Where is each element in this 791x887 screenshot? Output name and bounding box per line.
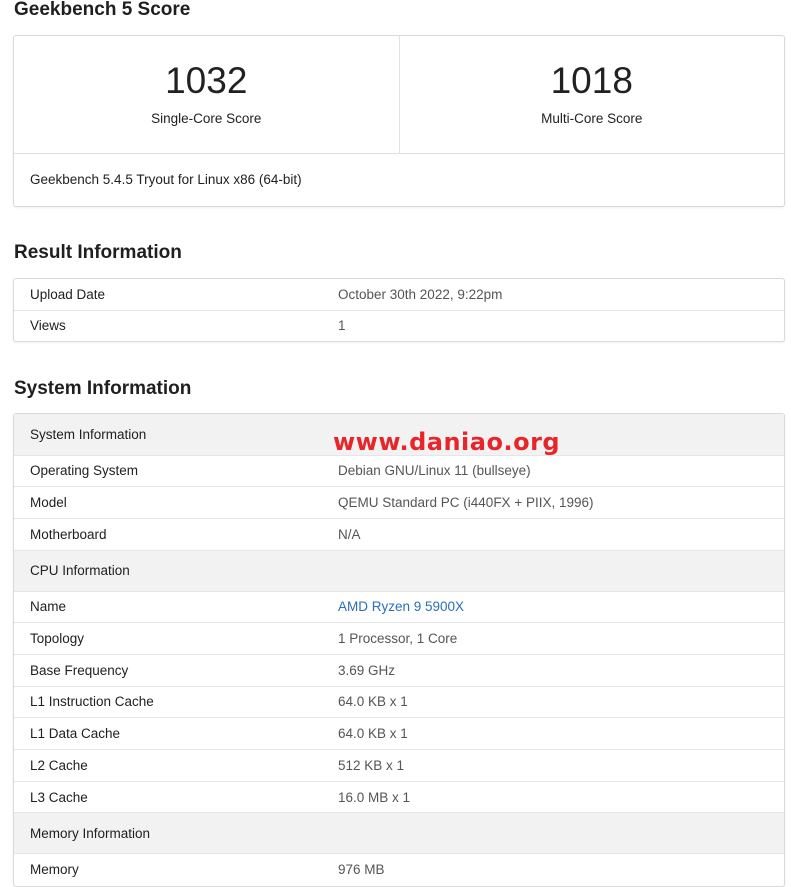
- table-row: Topology 1 Processor, 1 Core: [14, 622, 784, 655]
- table-row: Upload Date October 30th 2022, 9:22pm: [14, 279, 784, 310]
- system-table: System Information Operating System Debi…: [14, 414, 784, 886]
- row-name: L1 Instruction Cache: [14, 685, 322, 718]
- row-name: Upload Date: [30, 286, 106, 302]
- row-value: 1: [322, 309, 784, 341]
- row-value: N/A: [322, 517, 784, 551]
- row-value: AMD Ryzen 9 5900X: [322, 590, 784, 623]
- row-name: L3 Cache: [14, 780, 322, 813]
- table-row: L3 Cache 16.0 MB x 1: [14, 780, 784, 813]
- section-header-cpu: CPU Information: [14, 549, 784, 592]
- row-name: L2 Cache: [14, 749, 322, 782]
- cpu-name-link[interactable]: AMD Ryzen 9 5900X: [338, 599, 464, 614]
- row-name: Topology: [14, 622, 322, 655]
- system-card: System Information Operating System Debi…: [13, 413, 785, 887]
- score-heading: Geekbench 5 Score: [14, 0, 191, 20]
- multi-core-score: 1018: [550, 60, 633, 101]
- table-row: Model QEMU Standard PC (i440FX + PIIX, 1…: [14, 486, 784, 519]
- section-header-label: CPU Information: [14, 549, 784, 592]
- row-value: 64.0 KB x 1: [322, 685, 784, 718]
- table-row: L2 Cache 512 KB x 1: [14, 749, 784, 782]
- row-name: Views: [14, 309, 322, 341]
- table-row: L1 Data Cache 64.0 KB x 1: [14, 717, 784, 750]
- row-name: Motherboard: [14, 517, 322, 551]
- multi-core-cell: 1018 Multi-Core Score: [398, 36, 785, 153]
- row-name: Name: [14, 590, 322, 623]
- table-row: Views 1: [14, 309, 784, 341]
- single-core-cell: 1032 Single-Core Score: [14, 36, 399, 153]
- benchmark-version: Geekbench 5.4.5 Tryout for Linux x86 (64…: [30, 172, 302, 187]
- row-value: 1 Processor, 1 Core: [322, 622, 784, 655]
- row-name: Memory: [14, 853, 322, 886]
- score-card: 1032 Single-Core Score 1018 Multi-Core S…: [13, 35, 785, 207]
- row-name: L1 Data Cache: [14, 717, 322, 750]
- result-card: Upload Date October 30th 2022, 9:22pm Vi…: [13, 278, 785, 342]
- row-name: Model: [14, 486, 322, 519]
- table-row: Name AMD Ryzen 9 5900X: [14, 590, 784, 623]
- score-row: 1032 Single-Core Score 1018 Multi-Core S…: [14, 36, 784, 154]
- multi-core-label: Multi-Core Score: [541, 111, 643, 126]
- table-row: Motherboard N/A: [14, 517, 784, 551]
- row-value: Debian GNU/Linux 11 (bullseye): [322, 454, 784, 487]
- watermark-text: www.daniao.org: [333, 428, 561, 456]
- system-heading: System Information: [14, 378, 192, 399]
- row-name: Base Frequency: [14, 653, 322, 687]
- row-value: 16.0 MB x 1: [322, 780, 784, 813]
- single-core-label: Single-Core Score: [151, 111, 262, 126]
- row-value: QEMU Standard PC (i440FX + PIIX, 1996): [322, 486, 784, 519]
- table-row: L1 Instruction Cache 64.0 KB x 1: [14, 685, 784, 718]
- row-value: October 30th 2022, 9:22pm: [338, 286, 503, 302]
- section-header-label: Memory Information: [14, 812, 784, 854]
- table-row: Memory 976 MB: [14, 853, 784, 886]
- section-header-memory: Memory Information: [14, 812, 784, 854]
- table-row: Base Frequency 3.69 GHz: [14, 653, 784, 687]
- single-core-score: 1032: [165, 60, 248, 101]
- result-heading: Result Information: [14, 242, 182, 263]
- page: Geekbench 5 Score 1032 Single-Core Score…: [0, 0, 791, 887]
- row-value: 976 MB: [322, 853, 784, 886]
- row-name: Operating System: [14, 454, 322, 487]
- row-value: 64.0 KB x 1: [322, 717, 784, 750]
- row-value: 3.69 GHz: [322, 653, 784, 687]
- result-table: Upload Date October 30th 2022, 9:22pm Vi…: [14, 279, 784, 341]
- row-value: 512 KB x 1: [322, 749, 784, 782]
- table-row: Operating System Debian GNU/Linux 11 (bu…: [14, 454, 784, 487]
